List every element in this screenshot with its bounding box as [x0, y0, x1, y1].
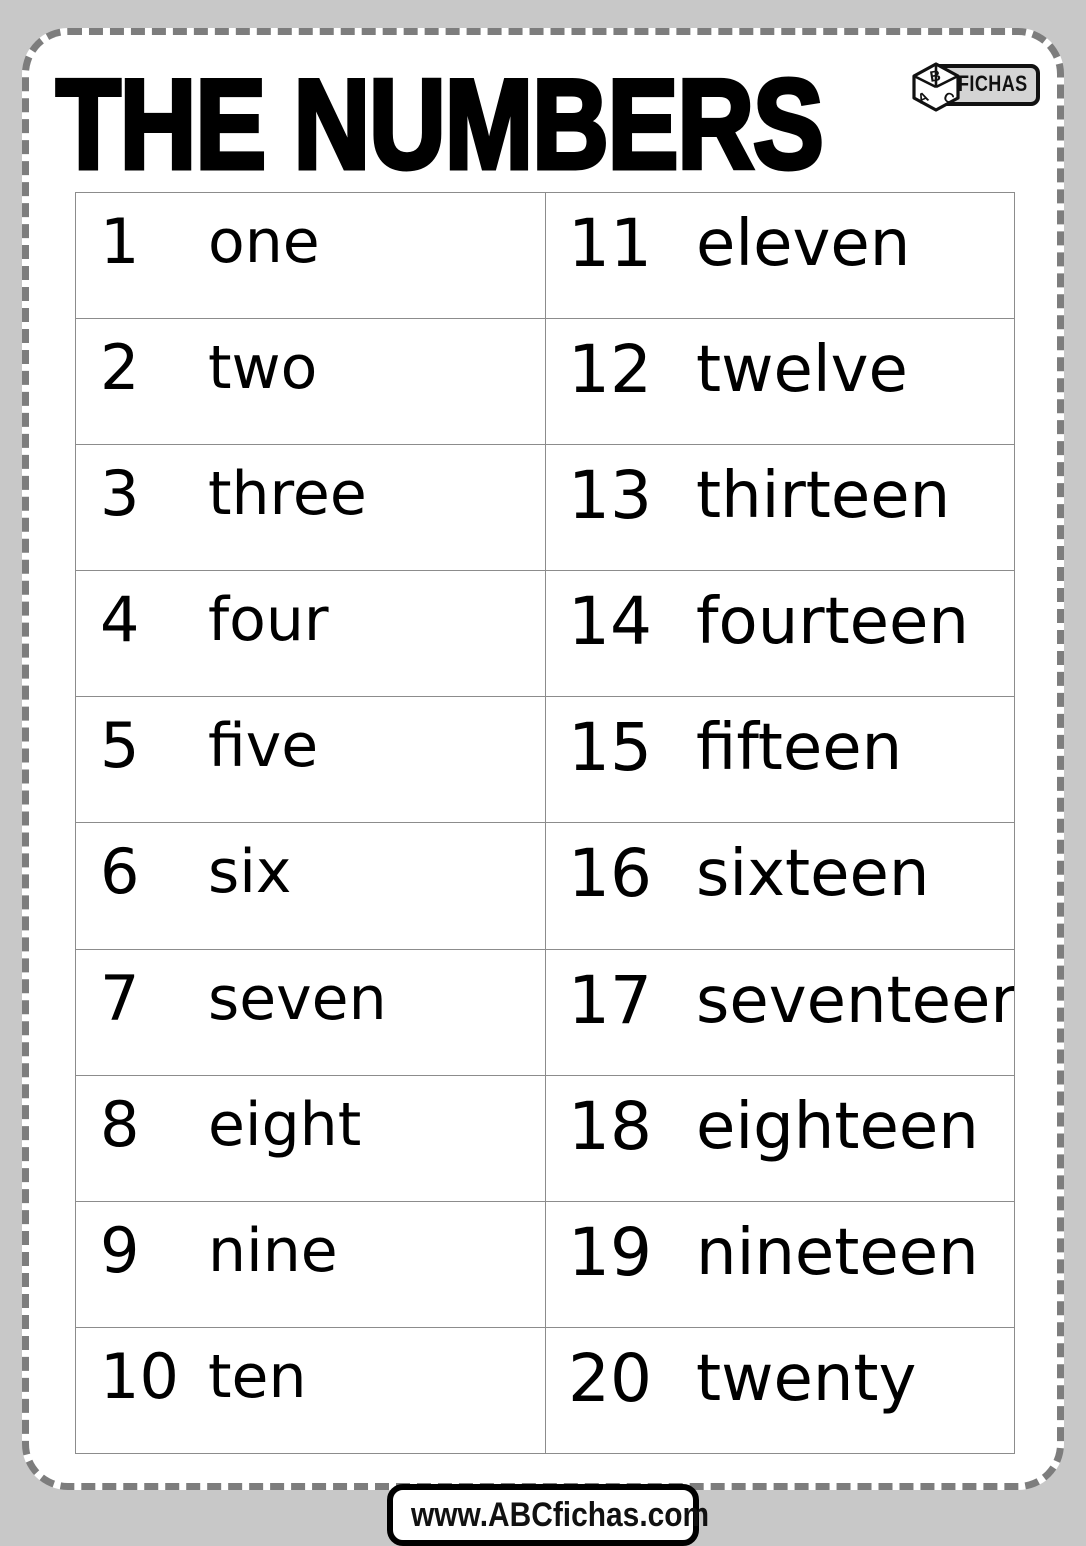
page-title: THE NUMBERS — [54, 54, 826, 197]
table-cell-right: 20 twenty — [545, 1326, 1015, 1454]
numeral: 8 — [100, 1087, 140, 1161]
abcfichas-logo: FICHAS B A C — [910, 62, 1040, 112]
number-word: two — [208, 333, 318, 404]
number-word: fifteen — [696, 711, 903, 786]
abc-cube-icon: B A C — [912, 62, 960, 112]
table-cell-left: 9 nine — [75, 1200, 546, 1328]
table-row: 7 seven 17 seventeen — [75, 948, 1015, 1076]
table-row: 3 three 13 thirteen — [75, 444, 1015, 572]
table-row: 2 two 12 twelve — [75, 318, 1015, 446]
table-cell-left: 5 five — [75, 696, 546, 824]
table-cell-left: 8 eight — [75, 1074, 546, 1202]
numeral: 20 — [568, 1339, 652, 1417]
number-word: seventeen — [696, 963, 1015, 1038]
number-word: eleven — [696, 207, 911, 281]
table-row: 8 eight 18 eighteen — [75, 1074, 1015, 1202]
table-cell-right: 11 eleven — [545, 191, 1015, 320]
numeral: 7 — [100, 961, 140, 1035]
numeral: 6 — [100, 835, 140, 909]
number-word: four — [208, 585, 329, 656]
table-row: 10 ten 20 twenty — [75, 1326, 1015, 1454]
number-word: twelve — [696, 333, 908, 408]
table-cell-right: 17 seventeen — [545, 948, 1015, 1076]
numeral: 16 — [568, 835, 652, 913]
table-cell-right: 13 thirteen — [545, 444, 1015, 572]
table-row: 9 nine 19 nineteen — [75, 1200, 1015, 1328]
number-word: nineteen — [696, 1215, 979, 1290]
number-word: six — [208, 837, 292, 908]
numeral: 5 — [100, 709, 140, 783]
table-row: 4 four 14 fourteen — [75, 570, 1015, 698]
number-word: eight — [208, 1089, 362, 1160]
number-word: nine — [208, 1215, 338, 1286]
footer-url-text: www.ABCfichas.com — [411, 1496, 710, 1534]
number-word: one — [208, 207, 320, 277]
number-word: ten — [208, 1341, 307, 1412]
footer-url-badge: www.ABCfichas.com — [387, 1484, 710, 1546]
table-row: 6 six 16 sixteen — [75, 822, 1015, 950]
numeral: 10 — [100, 1339, 179, 1413]
numeral: 2 — [100, 331, 140, 405]
numeral: 14 — [568, 583, 652, 661]
table-row: 1 one 11 eleven — [75, 191, 1015, 320]
table-cell-right: 18 eighteen — [545, 1074, 1015, 1202]
numeral: 13 — [568, 457, 652, 535]
table-cell-right: 12 twelve — [545, 318, 1015, 446]
numeral: 12 — [568, 331, 652, 409]
table-cell-right: 19 nineteen — [545, 1200, 1015, 1328]
table-cell-left: 1 one — [75, 191, 546, 320]
number-word: five — [208, 711, 319, 782]
number-word: twenty — [696, 1341, 917, 1416]
table-cell-left: 10 ten — [75, 1326, 546, 1454]
table-cell-left: 6 six — [75, 822, 546, 950]
numeral: 19 — [568, 1213, 652, 1291]
table-cell-left: 2 two — [75, 318, 546, 446]
numeral: 18 — [568, 1087, 652, 1165]
table-cell-right: 15 fifteen — [545, 696, 1015, 824]
numeral: 17 — [568, 961, 652, 1039]
numeral: 3 — [100, 457, 140, 531]
logo-brand-text: FICHAS — [958, 71, 1028, 96]
number-word: seven — [208, 963, 387, 1034]
table-row: 5 five 15 fifteen — [75, 696, 1015, 824]
numbers-table: 1 one 11 eleven 2 two 12 twelve 3 three … — [75, 191, 1015, 1454]
number-word: thirteen — [696, 459, 951, 534]
worksheet-header: THE NUMBERS FICHAS B A C — [0, 0, 1086, 191]
number-word: fourteen — [696, 585, 969, 660]
number-word: three — [208, 459, 367, 530]
number-word: eighteen — [696, 1089, 979, 1164]
table-cell-right: 16 sixteen — [545, 822, 1015, 950]
numeral: 9 — [100, 1213, 140, 1287]
numeral: 15 — [568, 709, 652, 787]
number-word: sixteen — [696, 837, 930, 912]
table-cell-right: 14 fourteen — [545, 570, 1015, 698]
table-cell-left: 7 seven — [75, 948, 546, 1076]
numeral: 11 — [568, 205, 652, 282]
numeral: 4 — [100, 583, 140, 657]
numeral: 1 — [100, 205, 140, 278]
table-cell-left: 3 three — [75, 444, 546, 572]
table-cell-left: 4 four — [75, 570, 546, 698]
